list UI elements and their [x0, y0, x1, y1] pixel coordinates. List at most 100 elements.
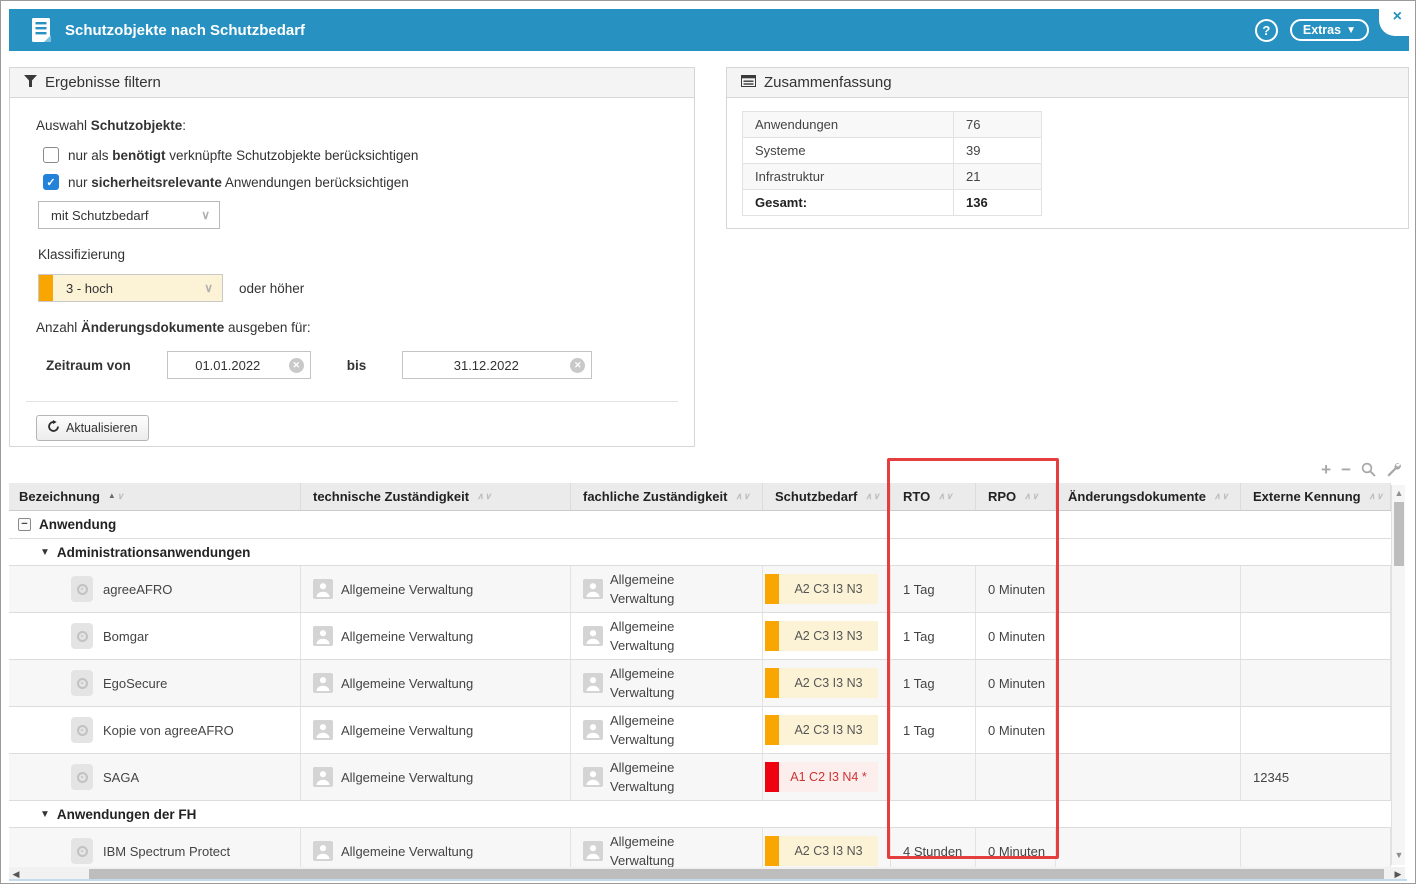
checkbox-checked-icon[interactable]: ✓ — [43, 174, 59, 190]
vertical-scrollbar-thumb[interactable] — [1394, 502, 1404, 566]
vertical-scrollbar[interactable]: ▲ ▼ — [1391, 485, 1405, 865]
person-icon — [313, 673, 333, 693]
schutzbedarf-badge: A2 C3 I3 N3 — [765, 621, 878, 651]
triangle-down-icon[interactable]: ▼ — [40, 547, 50, 558]
chevron-down-icon: ∨ — [204, 281, 213, 295]
person-icon — [583, 841, 603, 861]
horizontal-scrollbar-thumb[interactable] — [89, 869, 1384, 879]
extras-button[interactable]: Extras ▼ — [1290, 19, 1369, 41]
person-icon — [313, 841, 333, 861]
column-header-rpo[interactable]: RPO∧∨ — [976, 483, 1056, 510]
summary-panel: Zusammenfassung Anwendungen 76 Systeme 3… — [726, 67, 1409, 229]
group-row-administrationsanwendungen[interactable]: ▼ Administrationsanwendungen — [9, 539, 1391, 566]
schutzbedarf-select[interactable]: mit Schutzbedarf ∨ — [38, 201, 220, 229]
sort-icons[interactable]: ∧∨ — [938, 492, 952, 501]
externe-kennung-value — [1241, 707, 1391, 753]
summary-label: Anwendungen — [743, 112, 954, 138]
person-icon — [313, 767, 333, 787]
rpo-value: 0 Minuten — [976, 566, 1056, 612]
schutzbedarf-badge: A2 C3 I3 N3 — [765, 574, 878, 604]
person-icon — [313, 626, 333, 646]
summary-total-value: 136 — [954, 190, 1042, 216]
row-name: Kopie von agreeAFRO — [103, 723, 234, 738]
person-icon — [583, 626, 603, 646]
column-header-fachliche-zustaendigkeit[interactable]: fachliche Zuständigkeit∧∨ — [571, 483, 763, 510]
column-header-schutzbedarf[interactable]: Schutzbedarf∧∨ — [763, 483, 891, 510]
person-icon — [583, 767, 603, 787]
collapse-minus-icon[interactable]: − — [18, 518, 31, 531]
search-icon[interactable] — [1361, 462, 1376, 477]
summary-table: Anwendungen 76 Systeme 39 Infrastruktur … — [742, 111, 1042, 216]
person-icon — [583, 673, 603, 693]
report-document-icon — [31, 18, 51, 42]
rpo-value: 0 Minuten — [976, 828, 1056, 867]
summary-panel-title: Zusammenfassung — [764, 74, 892, 91]
sort-icons[interactable]: ∧∨ — [477, 492, 491, 501]
aenderungsdokumente-value — [1056, 613, 1241, 659]
scroll-up-icon[interactable]: ▲ — [1392, 487, 1406, 499]
aenderungsdokumente-value — [1056, 660, 1241, 706]
expand-all-icon[interactable]: + — [1321, 461, 1331, 478]
checkbox-unchecked-icon[interactable] — [43, 147, 59, 163]
column-header-technische-zustaendigkeit[interactable]: technische Zuständigkeit∧∨ — [301, 483, 571, 510]
column-header-aenderungsdokumente[interactable]: Änderungsdokumente∧∨ — [1056, 483, 1241, 510]
table-row[interactable]: Kopie von agreeAFRO Allgemeine Verwaltun… — [9, 707, 1391, 754]
scroll-down-icon[interactable]: ▼ — [1392, 849, 1406, 861]
schutzbedarf-select-value: mit Schutzbedarf — [51, 208, 149, 223]
schutzbedarf-badge: A2 C3 I3 N3 — [765, 668, 878, 698]
group-row-anwendungen-der-fh[interactable]: ▼ Anwendungen der FH — [9, 801, 1391, 828]
klassifizierung-select[interactable]: 3 - hoch ∨ — [38, 274, 223, 302]
column-header-rto[interactable]: RTO∧∨ — [891, 483, 976, 510]
sort-icons[interactable]: ∧∨ — [1024, 492, 1038, 501]
refresh-button[interactable]: Aktualisieren — [36, 415, 149, 441]
table-row[interactable]: IBM Spectrum Protect Allgemeine Verwaltu… — [9, 828, 1391, 867]
collapse-all-icon[interactable]: − — [1341, 461, 1351, 478]
table-row[interactable]: EgoSecure Allgemeine Verwaltung Allgemei… — [9, 660, 1391, 707]
date-to-input[interactable] — [403, 352, 591, 378]
sort-icons[interactable]: ∧∨ — [735, 492, 749, 501]
refresh-button-label: Aktualisieren — [66, 421, 138, 435]
aenderungsdokumente-value — [1056, 754, 1241, 800]
column-header-externe-kennung[interactable]: Externe Kennung∧∨ — [1241, 483, 1391, 510]
schutzbedarf-badge: A2 C3 I3 N3 — [765, 715, 878, 745]
externe-kennung-value — [1241, 660, 1391, 706]
table-row[interactable]: SAGA Allgemeine Verwaltung Allgemeine Ve… — [9, 754, 1391, 801]
application-icon — [71, 623, 93, 649]
application-icon — [71, 764, 93, 790]
column-header-bezeichnung[interactable]: Bezeichnung▲∨ — [9, 483, 301, 510]
rto-value: 1 Tag — [891, 707, 976, 753]
checkbox-sicherheitsrelevante[interactable]: ✓ nur sicherheitsrelevante Anwendungen b… — [43, 174, 668, 190]
row-name: IBM Spectrum Protect — [103, 844, 230, 859]
help-button[interactable]: ? — [1255, 19, 1278, 42]
rto-value: 4 Stunden — [891, 828, 976, 867]
summary-total-row: Gesamt: 136 — [743, 190, 1042, 216]
summary-value: 39 — [954, 138, 1042, 164]
date-from-field-wrap: ✕ — [167, 351, 311, 379]
filter-funnel-icon — [24, 74, 37, 91]
wrench-settings-icon[interactable] — [1386, 462, 1401, 477]
sort-icons[interactable]: ∧∨ — [1369, 492, 1383, 501]
triangle-down-icon[interactable]: ▼ — [40, 809, 50, 820]
clear-date-icon[interactable]: ✕ — [289, 358, 304, 373]
table-row[interactable]: agreeAFRO Allgemeine Verwaltung Allgemei… — [9, 566, 1391, 613]
externe-kennung-value — [1241, 566, 1391, 612]
filter-panel-title: Ergebnisse filtern — [45, 74, 161, 91]
sort-asc-icon[interactable]: ▲∨ — [108, 492, 124, 501]
summary-list-icon — [741, 74, 756, 91]
group-row-anwendung[interactable]: − Anwendung — [9, 511, 1391, 539]
sort-icons[interactable]: ∧∨ — [1214, 492, 1228, 501]
bottom-accent-line — [9, 879, 1407, 881]
checkbox-benoetigt-label: nur als benötigt verknüpfte Schutzobjekt… — [68, 148, 418, 163]
summary-value: 76 — [954, 112, 1042, 138]
close-icon: × — [1393, 9, 1402, 25]
chevron-down-icon: ▼ — [1346, 25, 1356, 36]
sort-icons[interactable]: ∧∨ — [865, 492, 879, 501]
person-icon — [313, 579, 333, 599]
classification-color-swatch — [765, 574, 779, 604]
table-row[interactable]: Bomgar Allgemeine Verwaltung Allgemeine … — [9, 613, 1391, 660]
rto-value: 1 Tag — [891, 660, 976, 706]
close-button[interactable]: × — [1379, 7, 1409, 36]
zeitraum-von-label: Zeitraum von — [46, 358, 131, 373]
klassifizierung-value: 3 - hoch — [66, 281, 113, 296]
checkbox-benoetigt[interactable]: nur als benötigt verknüpfte Schutzobjekt… — [43, 147, 668, 163]
